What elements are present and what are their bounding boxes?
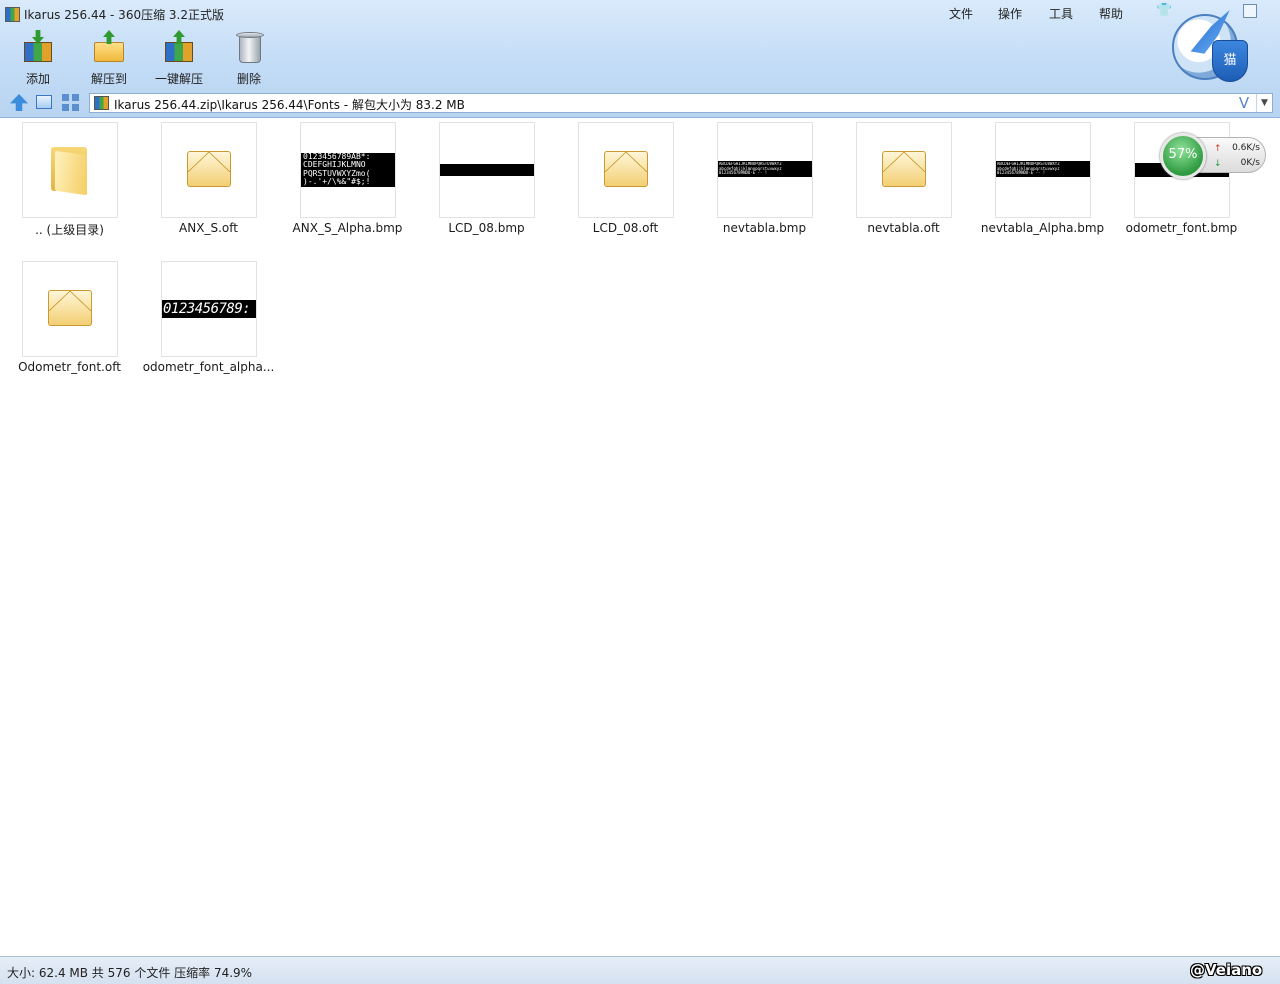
upload-arrow-icon: ↑ xyxy=(1214,144,1222,154)
one-click-extract-icon xyxy=(163,30,195,64)
envelope-icon xyxy=(48,290,92,326)
file-name: ANX_S.oft xyxy=(179,221,238,235)
address-v-icon[interactable]: V xyxy=(1236,94,1252,112)
extract-folder-icon xyxy=(93,30,125,64)
folder-icon-thumb xyxy=(22,122,118,218)
grid-view-icon[interactable] xyxy=(62,94,79,111)
file-item[interactable]: 0123456789: odometr_font_alpha... xyxy=(139,257,278,392)
envelope-icon xyxy=(882,151,926,187)
envelope-icon xyxy=(604,151,648,187)
menu-operation[interactable]: 操作 xyxy=(998,5,1022,22)
file-item[interactable]: LCD_08.oft xyxy=(556,118,695,253)
trash-icon xyxy=(233,32,265,64)
address-bar[interactable]: Ikarus 256.44.zip\Ikarus 256.44\Fonts - … xyxy=(89,93,1273,113)
file-item[interactable]: ABCDEFGHIJKLMNOPQRSTUVWXYZ abcdefghijklm… xyxy=(695,118,834,253)
extract-to-button[interactable]: 解压到 xyxy=(77,30,141,88)
zip-icon xyxy=(94,96,109,110)
address-path: Ikarus 256.44.zip\Ikarus 256.44\Fonts - … xyxy=(114,98,465,112)
file-item[interactable]: LCD_08.bmp xyxy=(417,118,556,253)
gauge-percent: 57% xyxy=(1168,147,1198,162)
bitmap-preview: 0123456789: xyxy=(162,300,256,318)
bitmap-glyphs: ABCDEFGHIJKLMNOPQRSTUVWXYZ abcdefghijklm… xyxy=(719,162,782,176)
file-thumb: 0123456789AB*: CDEFGHIJKLMNO PQRSTUVWXYZ… xyxy=(300,122,396,218)
bitmap-glyphs: ABCDEFGHIJKLMNOPQRSTUVWXYZ abcdefghijklm… xyxy=(997,162,1060,176)
bitmap-preview xyxy=(440,164,534,176)
file-name: ANX_S_Alpha.bmp xyxy=(292,221,403,235)
file-name: nevtabla.oft xyxy=(867,221,940,235)
file-list: .. (上级目录) ANX_S.oft 0123456789AB*: CDEFG… xyxy=(0,118,1280,956)
extract-to-label: 解压到 xyxy=(90,72,127,86)
file-name: .. (上级目录) xyxy=(35,223,104,237)
delete-label: 删除 xyxy=(236,72,261,86)
menu-file[interactable]: 文件 xyxy=(949,5,973,22)
up-arrow-icon[interactable] xyxy=(10,94,28,111)
mascot-logo[interactable]: 猫 xyxy=(1172,10,1258,90)
bitmap-preview: 0123456789AB*: CDEFGHIJKLMNO PQRSTUVWXYZ… xyxy=(301,153,395,187)
file-name: LCD_08.oft xyxy=(592,221,659,235)
large-view-icon[interactable] xyxy=(36,95,52,109)
skin-icon[interactable]: 👕 xyxy=(1156,4,1172,18)
file-thumb xyxy=(439,122,535,218)
download-speed: 0K/s xyxy=(1240,158,1260,168)
add-button[interactable]: 添加 xyxy=(6,30,70,88)
file-thumb xyxy=(22,261,118,357)
one-click-extract-button[interactable]: 一键解压 xyxy=(147,30,211,88)
file-name: nevtabla_Alpha.bmp xyxy=(980,221,1105,235)
file-name: LCD_08.bmp xyxy=(448,221,525,235)
delete-button[interactable]: 删除 xyxy=(217,30,281,88)
upload-speed: 0.6K/s xyxy=(1232,143,1260,153)
status-text: 大小: 62.4 MB 共 576 个文件 压缩率 74.9% xyxy=(7,966,253,980)
file-item[interactable]: 0123456789AB*: CDEFGHIJKLMNO PQRSTUVWXYZ… xyxy=(278,118,417,253)
file-thumb: ABCDEFGHIJKLMNOPQRSTUVWXYZ abcdefghijklm… xyxy=(995,122,1091,218)
title-bar: Ikarus 256.44 - 360压缩 3.2正式版 文件 操作 工具 帮助… xyxy=(0,0,1280,28)
file-name: odometr_font_alpha... xyxy=(142,360,275,374)
bitmap-glyphs: 0123456789: xyxy=(163,301,251,317)
download-arrow-icon: ↓ xyxy=(1214,159,1222,169)
menu-tools[interactable]: 工具 xyxy=(1049,5,1073,22)
window-chrome: Ikarus 256.44 - 360压缩 3.2正式版 文件 操作 工具 帮助… xyxy=(0,0,1280,118)
window-title: Ikarus 256.44 - 360压缩 3.2正式版 xyxy=(24,8,224,22)
file-thumb xyxy=(161,122,257,218)
address-dropdown-icon[interactable]: ▼ xyxy=(1256,94,1272,112)
envelope-icon xyxy=(187,151,231,187)
folder-icon xyxy=(51,147,89,196)
menu-help[interactable]: 帮助 xyxy=(1099,5,1123,22)
file-item[interactable]: Odometr_font.oft xyxy=(0,257,139,392)
bitmap-preview: ABCDEFGHIJKLMNOPQRSTUVWXYZ abcdefghijklm… xyxy=(718,161,812,177)
file-name: Odometr_font.oft xyxy=(18,360,121,374)
add-label: 添加 xyxy=(25,72,50,86)
app-icon xyxy=(5,7,20,22)
one-click-extract-label: 一键解压 xyxy=(154,72,203,86)
shield-icon: 猫 xyxy=(1212,40,1248,82)
watermark: @Veiano xyxy=(1190,961,1263,979)
file-thumb xyxy=(578,122,674,218)
file-item[interactable]: nevtabla.oft xyxy=(834,118,973,253)
file-thumb xyxy=(856,122,952,218)
file-thumb: 0123456789: xyxy=(161,261,257,357)
status-bar: 大小: 62.4 MB 共 576 个文件 压缩率 74.9% @Veiano xyxy=(0,956,1280,984)
file-name: odometr_font.bmp xyxy=(1125,221,1238,235)
speed-gauge-widget[interactable]: 57% ↑ 0.6K/s ↓ 0K/s xyxy=(1160,133,1268,179)
file-thumb: ABCDEFGHIJKLMNOPQRSTUVWXYZ abcdefghijklm… xyxy=(717,122,813,218)
bitmap-preview: ABCDEFGHIJKLMNOPQRSTUVWXYZ abcdefghijklm… xyxy=(996,161,1090,177)
file-item-parent[interactable]: .. (上级目录) xyxy=(0,118,139,253)
add-archive-icon xyxy=(22,30,54,64)
file-name: nevtabla.bmp xyxy=(722,221,807,235)
address-row: Ikarus 256.44.zip\Ikarus 256.44\Fonts - … xyxy=(0,90,1280,116)
file-item[interactable]: ANX_S.oft xyxy=(139,118,278,253)
bitmap-glyphs: 0123456789AB*: CDEFGHIJKLMNO PQRSTUVWXYZ… xyxy=(303,153,371,187)
file-item[interactable]: ABCDEFGHIJKLMNOPQRSTUVWXYZ abcdefghijklm… xyxy=(973,118,1112,253)
